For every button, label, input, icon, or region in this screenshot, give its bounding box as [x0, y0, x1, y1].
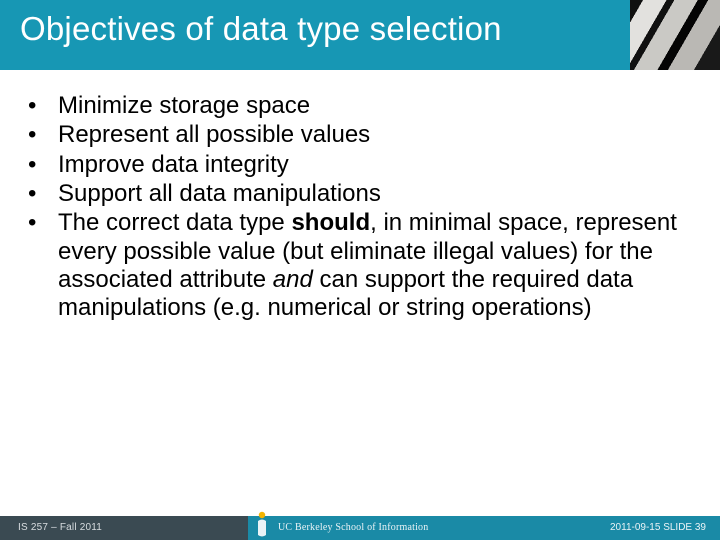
- bullet-text-italic: and: [273, 266, 313, 293]
- bullet-text: Improve data integrity: [58, 151, 289, 178]
- slide-title: Objectives of data type selection: [20, 10, 502, 48]
- bullet-text: Minimize storage space: [58, 92, 310, 119]
- footer: IS 257 – Fall 2011 2011-09-15 SLIDE 39 U…: [0, 516, 720, 540]
- bullet-item: Support all data manipulations: [28, 180, 692, 208]
- slide: Objectives of data type selection Minimi…: [0, 0, 720, 540]
- bullet-item: Improve data integrity: [28, 151, 692, 179]
- footer-logo: UC Berkeley School of Information: [252, 509, 428, 537]
- corner-photo: [630, 0, 720, 70]
- bullet-list: Minimize storage space Represent all pos…: [28, 92, 692, 323]
- bullet-item: Represent all possible values: [28, 121, 692, 149]
- footer-logo-text: UC Berkeley School of Information: [278, 522, 428, 537]
- berkeley-i-logo-icon: [252, 511, 272, 537]
- bullet-text-part: The correct data type: [58, 209, 291, 236]
- footer-left: IS 257 – Fall 2011: [0, 516, 248, 540]
- bullet-item: Minimize storage space: [28, 92, 692, 120]
- bullet-text: Represent all possible values: [58, 121, 370, 148]
- bullet-text: Support all data manipulations: [58, 180, 381, 207]
- bullet-item: The correct data type should, in minimal…: [28, 209, 692, 322]
- bullet-text-bold: should: [291, 209, 370, 236]
- slide-body: Minimize storage space Represent all pos…: [28, 92, 692, 324]
